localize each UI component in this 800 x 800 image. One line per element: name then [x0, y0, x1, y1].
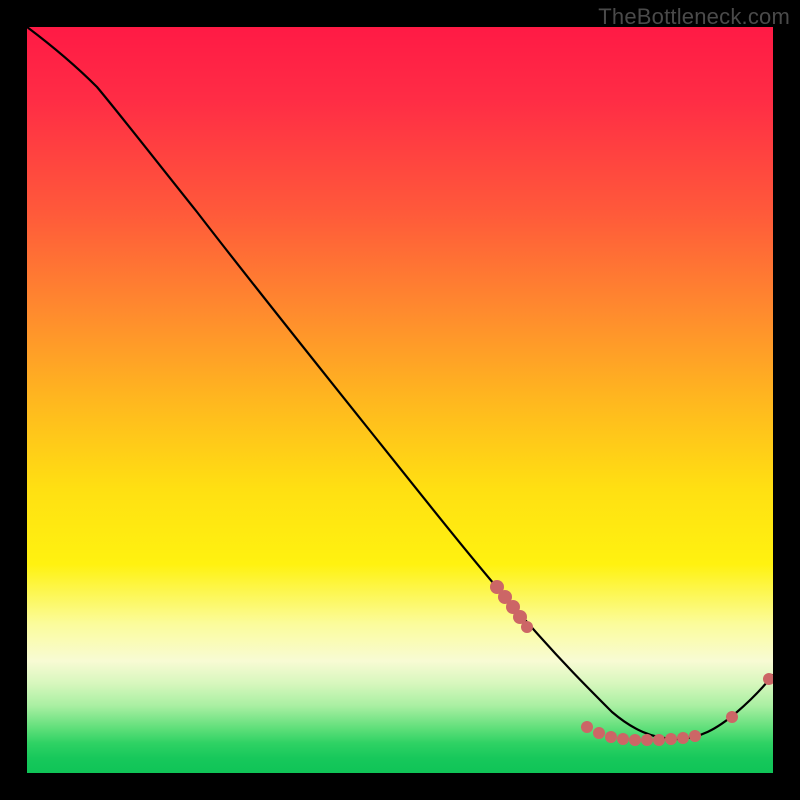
- chart-plot-area: [27, 27, 773, 773]
- markers-tail: [726, 673, 773, 723]
- watermark-text: TheBottleneck.com: [598, 4, 790, 30]
- chart-frame: TheBottleneck.com: [0, 0, 800, 800]
- bottleneck-curve-line: [27, 27, 773, 739]
- markers-descent-cluster: [490, 580, 533, 633]
- chart-svg: [27, 27, 773, 773]
- markers-valley-cluster: [581, 721, 701, 746]
